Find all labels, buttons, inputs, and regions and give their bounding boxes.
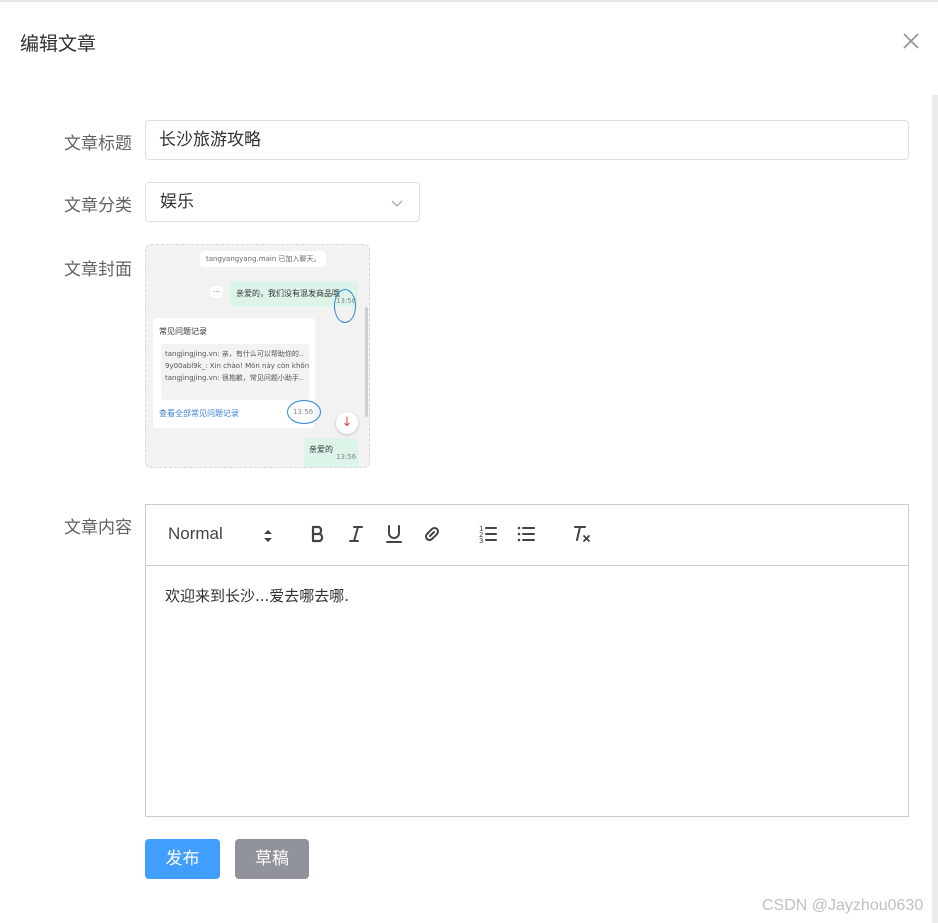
bullet-list-icon[interactable] (515, 523, 537, 551)
image-scrollbar (365, 307, 368, 417)
close-icon[interactable] (898, 28, 924, 54)
svg-text:3: 3 (479, 537, 483, 545)
faq-card-title: 常见问题记录 (159, 327, 207, 336)
faq-line: 9y00abl9k_: Xin chào! Món này còn khôn.. (165, 362, 309, 370)
clear-format-icon[interactable] (571, 523, 593, 551)
header-format-value: Normal (168, 524, 223, 543)
up-down-arrows-icon (264, 530, 272, 542)
ordered-list-icon[interactable]: 123 (477, 523, 499, 551)
chevron-down-icon (391, 200, 403, 207)
category-label: 文章分类 (64, 196, 132, 216)
italic-icon[interactable] (345, 523, 367, 551)
dialog-title: 编辑文章 (20, 33, 97, 55)
faq-card: 常见问题记录 tangjingjing.vn: 亲，有什么可以帮助你的.. 9y… (153, 318, 321, 428)
chat-bubble-1-text: 亲爱的，我们没有混发商品哦 (236, 289, 340, 298)
editor-toolbar: Normal 123 (146, 505, 908, 566)
editor-content[interactable]: 欢迎来到长沙...爱去哪去哪. (165, 585, 349, 606)
watermark: CSDN @Jayzhou0630 (762, 897, 924, 914)
faq-line: tangjingjing.vn: 亲，有什么可以帮助你的.. (165, 350, 304, 358)
cover-upload[interactable]: tangyangyang.main 已加入聊天。 ··· 亲爱的，我们没有混发商… (145, 244, 370, 468)
faq-line: tangjingjing.vn: 很抱歉，常见问题小助手.. (165, 374, 304, 382)
category-selected-value: 娱乐 (160, 192, 194, 212)
link-icon[interactable] (421, 523, 443, 551)
page-scrollbar[interactable] (932, 95, 938, 923)
title-label: 文章标题 (64, 134, 132, 154)
chat-time-3: 13:56 (336, 453, 357, 461)
faq-card-link: 查看全部常见问题记录 (159, 409, 239, 418)
bold-icon[interactable] (307, 523, 329, 551)
dialog-top-border (0, 0, 938, 2)
cover-label: 文章封面 (64, 260, 132, 280)
chat-bubble-2-text: 亲爱的 (309, 445, 333, 454)
cover-image: tangyangyang.main 已加入聊天。 ··· 亲爱的，我们没有混发商… (146, 245, 369, 467)
header-format-select[interactable]: Normal (168, 524, 278, 548)
draft-button[interactable]: 草稿 (235, 839, 309, 879)
rich-text-editor: Normal 123 欢迎来到长沙...爱去哪去哪. (145, 504, 909, 817)
circle-annotation-1 (334, 289, 356, 323)
circle-annotation-2 (287, 400, 321, 424)
arrow-down-icon: ↓ (336, 412, 358, 434)
more-dots: ··· (210, 286, 223, 298)
content-label: 文章内容 (64, 518, 132, 538)
underline-icon[interactable] (383, 523, 405, 551)
category-select[interactable]: 娱乐 (145, 182, 420, 222)
system-message: tangyangyang.main 已加入聊天。 (200, 251, 327, 267)
publish-button[interactable]: 发布 (145, 839, 220, 879)
faq-card-body: tangjingjing.vn: 亲，有什么可以帮助你的.. 9y00abl9k… (161, 344, 309, 400)
title-input[interactable]: 长沙旅游攻略 (145, 120, 909, 160)
